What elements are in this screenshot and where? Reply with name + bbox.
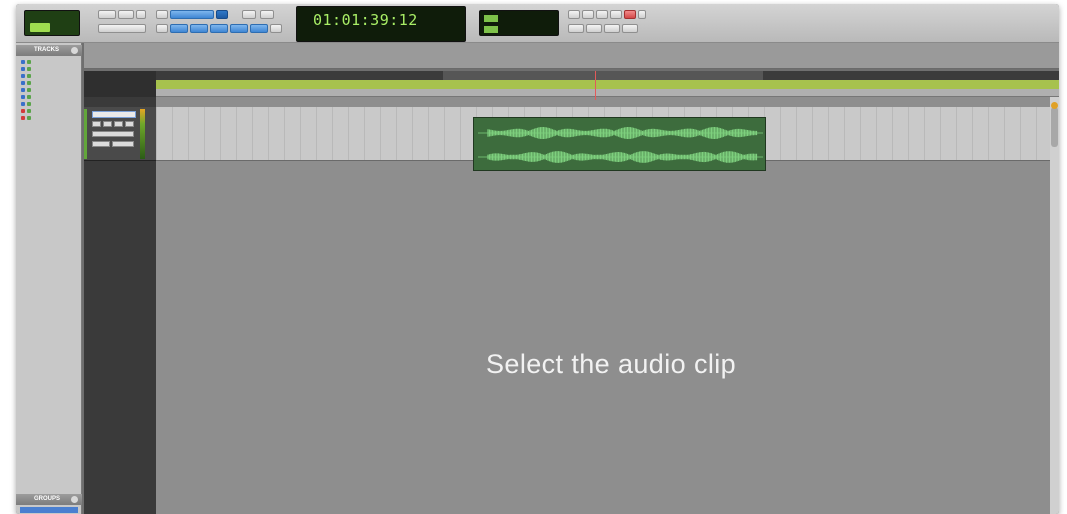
play-button[interactable] <box>596 10 608 19</box>
track-show-icon[interactable] <box>27 74 31 78</box>
edit-mode-display[interactable] <box>24 10 80 36</box>
track-color-strip <box>84 109 87 159</box>
tracks-panel-header[interactable]: TRACKS <box>16 45 82 56</box>
record-button[interactable] <box>624 10 636 19</box>
track-list-item[interactable] <box>19 108 77 114</box>
pro-tools-edit-window: 01:01:39:12 TRACKS GROUPS Select the aud… <box>16 4 1059 514</box>
pencil-tool-button[interactable] <box>216 10 228 19</box>
track-list-item[interactable] <box>19 80 77 86</box>
scrub-tool-button[interactable] <box>260 10 274 19</box>
toolbar: 01:01:39:12 <box>16 4 1059 43</box>
waveform-zoom-icon[interactable] <box>1051 102 1058 109</box>
playlist-selector[interactable] <box>112 141 134 147</box>
slip-mode-button[interactable] <box>170 24 188 33</box>
track-type-icon <box>21 109 25 113</box>
main-counter-value: 01:01:39:12 <box>313 11 418 29</box>
track-list-item[interactable] <box>19 87 77 93</box>
track-list-item[interactable] <box>19 115 77 121</box>
input-monitor-button[interactable] <box>103 121 112 127</box>
track-type-icon <box>21 67 25 71</box>
edit-playlist-area[interactable]: Select the audio clip <box>156 97 1050 514</box>
mute-button[interactable] <box>125 121 134 127</box>
track-list-item[interactable] <box>19 101 77 107</box>
track-list-item[interactable] <box>19 66 77 72</box>
transport-more-button[interactable] <box>638 10 646 19</box>
track-list-item[interactable] <box>19 73 77 79</box>
solo-button[interactable] <box>114 121 123 127</box>
loop-button[interactable] <box>568 24 584 33</box>
track-type-icon <box>21 81 25 85</box>
track-list-item[interactable] <box>19 94 77 100</box>
track-level-meter <box>140 109 145 159</box>
tracks-panel-title: TRACKS <box>34 47 59 53</box>
rulers-header <box>84 71 156 97</box>
groups-panel-header[interactable]: GROUPS <box>16 494 82 505</box>
track-list-item[interactable] <box>19 59 77 65</box>
main-counter[interactable]: 01:01:39:12 <box>296 6 466 42</box>
groups-all-item[interactable] <box>20 507 78 513</box>
tracks-groups-panel: TRACKS GROUPS <box>16 43 82 514</box>
track-type-icon <box>21 88 25 92</box>
shuffle-mode-button[interactable] <box>156 24 168 33</box>
record-enable-button[interactable] <box>92 121 101 127</box>
vertical-scrollbar[interactable] <box>1050 97 1059 514</box>
cursor-mode-button[interactable] <box>250 24 268 33</box>
grid-mode-button[interactable] <box>210 24 228 33</box>
tempo-ruler[interactable] <box>156 89 1059 97</box>
grid-nudge-display[interactable] <box>479 10 559 36</box>
timebase-selector[interactable] <box>92 141 110 147</box>
smart-tool-button[interactable] <box>170 10 214 19</box>
link-button[interactable] <box>270 24 282 33</box>
instruction-caption: Select the audio clip <box>486 349 737 379</box>
nudge-tag[interactable] <box>484 26 498 33</box>
audio-track-header[interactable] <box>84 107 156 161</box>
markers-ruler[interactable] <box>156 80 1059 89</box>
tracks-panel-menu-icon[interactable] <box>71 47 78 54</box>
grabber-tool-button[interactable] <box>156 10 168 19</box>
grid-tag[interactable] <box>484 15 498 22</box>
track-playlist-lane[interactable] <box>156 107 1050 171</box>
zoom-toggle-button[interactable] <box>136 10 146 19</box>
grid-relative-button[interactable] <box>230 24 248 33</box>
stop-button[interactable] <box>582 10 594 19</box>
ruler-selection <box>443 71 763 80</box>
groups-panel-title: GROUPS <box>34 496 61 502</box>
toolbar-extension-bar <box>84 43 1059 69</box>
audio-clip[interactable] <box>473 117 766 171</box>
edit-mode-button[interactable] <box>30 23 50 32</box>
speaker-button[interactable] <box>242 10 256 19</box>
groups-panel-menu-icon[interactable] <box>71 496 78 503</box>
track-type-icon <box>21 116 25 120</box>
prev-marker-button[interactable] <box>586 24 602 33</box>
fast-forward-button[interactable] <box>610 10 622 19</box>
audio-clip-waveform <box>478 127 763 163</box>
track-type-icon <box>21 102 25 106</box>
vertical-scrollbar-thumb[interactable] <box>1051 107 1058 147</box>
track-show-icon[interactable] <box>27 88 31 92</box>
online-button[interactable] <box>622 24 638 33</box>
track-view-selector[interactable] <box>92 131 134 137</box>
track-show-icon[interactable] <box>27 67 31 71</box>
track-headers-column <box>84 97 156 514</box>
track-show-icon[interactable] <box>27 60 31 64</box>
timecode-ruler[interactable] <box>156 71 1059 80</box>
rewind-button[interactable] <box>568 10 580 19</box>
track-show-icon[interactable] <box>27 116 31 120</box>
track-type-icon <box>21 60 25 64</box>
track-show-icon[interactable] <box>27 95 31 99</box>
spot-mode-button[interactable] <box>190 24 208 33</box>
track-show-icon[interactable] <box>27 81 31 85</box>
track-type-icon <box>21 74 25 78</box>
zoom-preset-button[interactable] <box>118 10 134 19</box>
track-show-icon[interactable] <box>27 109 31 113</box>
playhead-cursor[interactable] <box>595 71 596 100</box>
track-show-icon[interactable] <box>27 102 31 106</box>
zoom-presets-row[interactable] <box>98 24 146 33</box>
track-type-icon <box>21 95 25 99</box>
track-name-field[interactable] <box>92 111 136 118</box>
zoom-button[interactable] <box>98 10 116 19</box>
next-marker-button[interactable] <box>604 24 620 33</box>
